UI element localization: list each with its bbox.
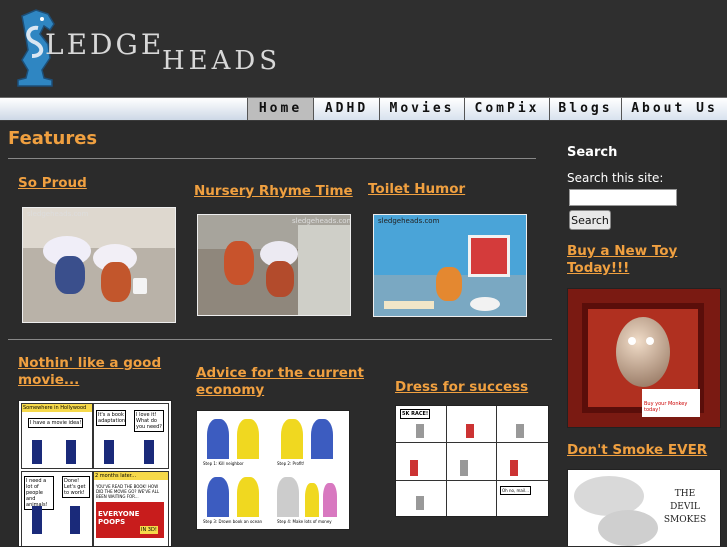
main-nav: Home ADHD Movies ComPix Blogs About Us	[0, 97, 727, 121]
feature-thumb-nothin-like-a-good-movie[interactable]: Somewhere in Hollywood I have a movie id…	[18, 400, 172, 547]
puppet-figure	[101, 262, 131, 302]
comic-caption: IN 3D!	[140, 526, 158, 534]
logo-text-heads: HEADS	[162, 46, 282, 76]
comic-caption: Step 3: Drown book an ocean	[203, 519, 263, 524]
comic-caption: Done! Let's get to work!	[62, 476, 90, 498]
feature-thumb-nursery-rhyme-time[interactable]: sledgeheads.com	[197, 214, 351, 316]
comic-caption: Oh no, mail...	[500, 486, 531, 495]
feature-thumb-advice-for-the-current-economy[interactable]: Step 1: Kill neighbor Step 2: Profit! St…	[196, 410, 350, 530]
comic-caption: Somewhere in Hollywood	[22, 404, 92, 412]
comic-caption: YOU'VE READ THE BOOK! HOW DID THE MOVIE …	[96, 484, 160, 499]
watermark: sledgeheads.com	[378, 217, 440, 225]
watermark: sledgeheads.com	[27, 210, 89, 218]
comic-caption: I have a movie idea!	[28, 418, 84, 428]
nav-movies[interactable]: Movies	[379, 98, 464, 120]
egg-figure	[616, 317, 670, 387]
logo-text-ledge: LEDGE	[45, 28, 165, 61]
dont-smoke-link[interactable]: Don't Smoke EVER	[567, 442, 717, 459]
feature-link-toilet-humor[interactable]: Toilet Humor	[368, 181, 528, 198]
smoke-caption: THE DEVIL SMOKES	[663, 489, 707, 525]
nav-compix[interactable]: ComPix	[464, 98, 549, 120]
search-heading: Search	[567, 145, 618, 160]
watermark: sledgeheads.com	[292, 217, 351, 225]
search-input[interactable]	[569, 189, 677, 206]
nav-adhd[interactable]: ADHD	[313, 98, 379, 120]
page-title: Features	[8, 128, 98, 149]
site-header: LEDGE HEADS	[0, 0, 727, 97]
feature-link-advice-for-the-current-economy[interactable]: Advice for the current economy	[196, 365, 366, 399]
feature-link-so-proud[interactable]: So Proud	[18, 175, 178, 192]
comic-caption: Step 4: Make lots of money	[277, 519, 332, 524]
site-logo[interactable]: LEDGE HEADS	[12, 8, 282, 88]
feature-link-nothin-like-a-good-movie[interactable]: Nothin' like a good movie...	[18, 355, 178, 389]
puppet-figure	[266, 261, 294, 297]
feature-thumb-toilet-humor[interactable]: sledgeheads.com	[373, 214, 527, 317]
divider	[8, 158, 536, 159]
toy-caption: Buy your Monkey today!	[644, 401, 688, 413]
divider	[8, 339, 552, 340]
smoke-ad-image[interactable]: THE DEVIL SMOKES	[567, 469, 721, 546]
comic-caption: 2 months later...	[94, 472, 168, 480]
search-button[interactable]: Search	[569, 210, 611, 230]
comic-caption: I love it! What do you need?	[134, 410, 164, 432]
comic-caption: 5K RACE!	[400, 409, 431, 419]
feature-thumb-so-proud[interactable]: sledgeheads.com	[22, 207, 176, 323]
nav-blogs[interactable]: Blogs	[549, 98, 621, 120]
puppet-figure	[55, 256, 85, 294]
comic-caption: I need a lot of people and animals!	[24, 476, 54, 510]
comic-caption: Step 1: Kill neighbor	[203, 461, 244, 466]
comic-caption: EVERYONE POOPS	[98, 510, 140, 526]
feature-link-nursery-rhyme-time[interactable]: Nursery Rhyme Time	[194, 183, 354, 200]
nav-home[interactable]: Home	[247, 98, 313, 120]
nav-about-us[interactable]: About Us	[621, 98, 727, 120]
feature-thumb-dress-for-success[interactable]: 5K RACE! Oh no, mail...	[395, 405, 549, 517]
comic-caption: Step 2: Profit!	[277, 461, 305, 466]
puppet-figure	[224, 241, 254, 285]
feature-link-dress-for-success[interactable]: Dress for success	[395, 379, 555, 396]
toy-ad-image[interactable]: Buy your Monkey today!	[567, 288, 721, 428]
buy-toy-link[interactable]: Buy a New Toy Today!!!	[567, 243, 717, 277]
puppet-figure	[436, 267, 462, 301]
comic-caption: It's a book adaptation	[96, 410, 126, 426]
search-label: Search this site:	[567, 171, 664, 185]
